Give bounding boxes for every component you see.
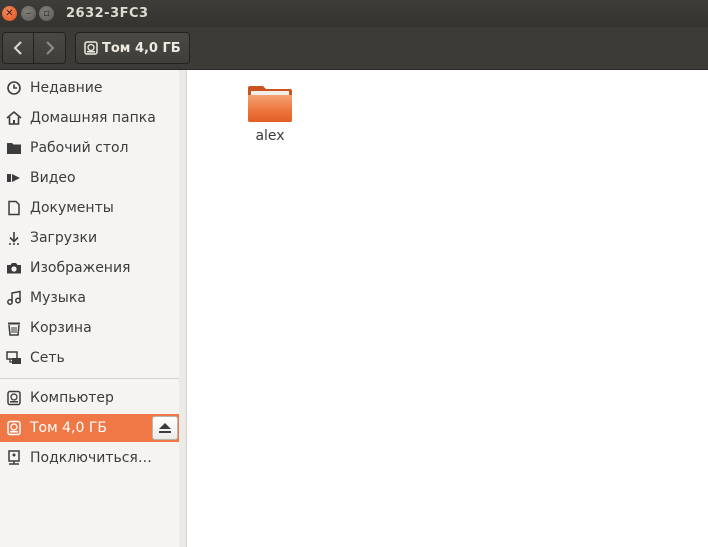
close-icon[interactable]: ✕ bbox=[2, 6, 17, 21]
back-button[interactable] bbox=[3, 33, 34, 63]
sidebar-item-label: Недавние bbox=[30, 80, 103, 96]
sidebar-item-computer[interactable]: Компьютер bbox=[0, 384, 180, 412]
sidebar-item-downloads[interactable]: Загрузки bbox=[0, 224, 180, 252]
sidebar-item-video[interactable]: Видео bbox=[0, 164, 180, 192]
sidebar-item-label: Сеть bbox=[30, 350, 65, 366]
document-icon bbox=[0, 200, 26, 216]
maximize-icon[interactable]: ▫ bbox=[39, 6, 54, 21]
sidebar-item-home[interactable]: Домашняя папка bbox=[0, 104, 180, 132]
drive-icon bbox=[84, 41, 98, 55]
network-icon bbox=[0, 350, 26, 366]
sidebar-item-label: Корзина bbox=[30, 320, 92, 336]
sidebar-item-documents[interactable]: Документы bbox=[0, 194, 180, 222]
desktop-folder-icon bbox=[0, 140, 26, 156]
sidebar: Недавние Домашняя папка Рабочий стол Вид… bbox=[0, 70, 187, 547]
home-icon bbox=[0, 110, 26, 126]
toolbar: Том 4,0 ГБ bbox=[0, 27, 708, 70]
folder-icon bbox=[248, 86, 292, 122]
sidebar-item-music[interactable]: Музыка bbox=[0, 284, 180, 312]
video-icon bbox=[0, 170, 26, 186]
sidebar-item-pictures[interactable]: Изображения bbox=[0, 254, 180, 282]
chevron-left-icon bbox=[13, 41, 22, 55]
nav-buttons bbox=[2, 32, 66, 64]
drive-icon bbox=[0, 420, 26, 436]
forward-button[interactable] bbox=[34, 33, 65, 63]
camera-icon bbox=[0, 260, 26, 276]
file-view: alex bbox=[188, 70, 708, 547]
sidebar-item-label: Подключиться… bbox=[30, 450, 152, 466]
minimize-icon[interactable]: – bbox=[21, 6, 36, 21]
sidebar-item-label: Изображения bbox=[30, 260, 131, 276]
sidebar-item-label: Рабочий стол bbox=[30, 140, 129, 156]
sidebar-item-label: Музыка bbox=[30, 290, 86, 306]
trash-icon bbox=[0, 320, 26, 336]
clock-icon bbox=[0, 80, 26, 96]
sidebar-item-recent[interactable]: Недавние bbox=[0, 74, 180, 102]
sidebar-item-trash[interactable]: Корзина bbox=[0, 314, 180, 342]
title-bar: ✕ – ▫ 2632-3FC3 bbox=[0, 0, 708, 27]
sidebar-item-label: Компьютер bbox=[30, 390, 114, 406]
sidebar-item-label: Домашняя папка bbox=[30, 110, 156, 126]
sidebar-item-connect-server[interactable]: Подключиться… bbox=[0, 444, 180, 472]
download-icon bbox=[0, 230, 26, 246]
chevron-right-icon bbox=[45, 41, 54, 55]
sidebar-item-label: Загрузки bbox=[30, 230, 98, 246]
window-title: 2632-3FC3 bbox=[66, 6, 149, 21]
sidebar-item-desktop[interactable]: Рабочий стол bbox=[0, 134, 180, 162]
music-icon bbox=[0, 290, 26, 306]
folder-item[interactable]: alex bbox=[242, 84, 298, 146]
drive-icon bbox=[0, 390, 26, 406]
path-label: Том 4,0 ГБ bbox=[102, 40, 181, 56]
sidebar-item-network[interactable]: Сеть bbox=[0, 344, 180, 372]
server-icon bbox=[0, 450, 26, 466]
sidebar-item-label: Документы bbox=[30, 200, 114, 216]
sidebar-item-volume[interactable]: Том 4,0 ГБ bbox=[0, 414, 180, 442]
path-button[interactable]: Том 4,0 ГБ bbox=[75, 32, 190, 64]
eject-icon bbox=[159, 423, 171, 433]
eject-button[interactable] bbox=[152, 416, 178, 440]
sidebar-item-label: Видео bbox=[30, 170, 76, 186]
sidebar-separator bbox=[0, 378, 180, 379]
folder-label: alex bbox=[255, 128, 285, 144]
sidebar-item-label: Том 4,0 ГБ bbox=[30, 420, 107, 436]
